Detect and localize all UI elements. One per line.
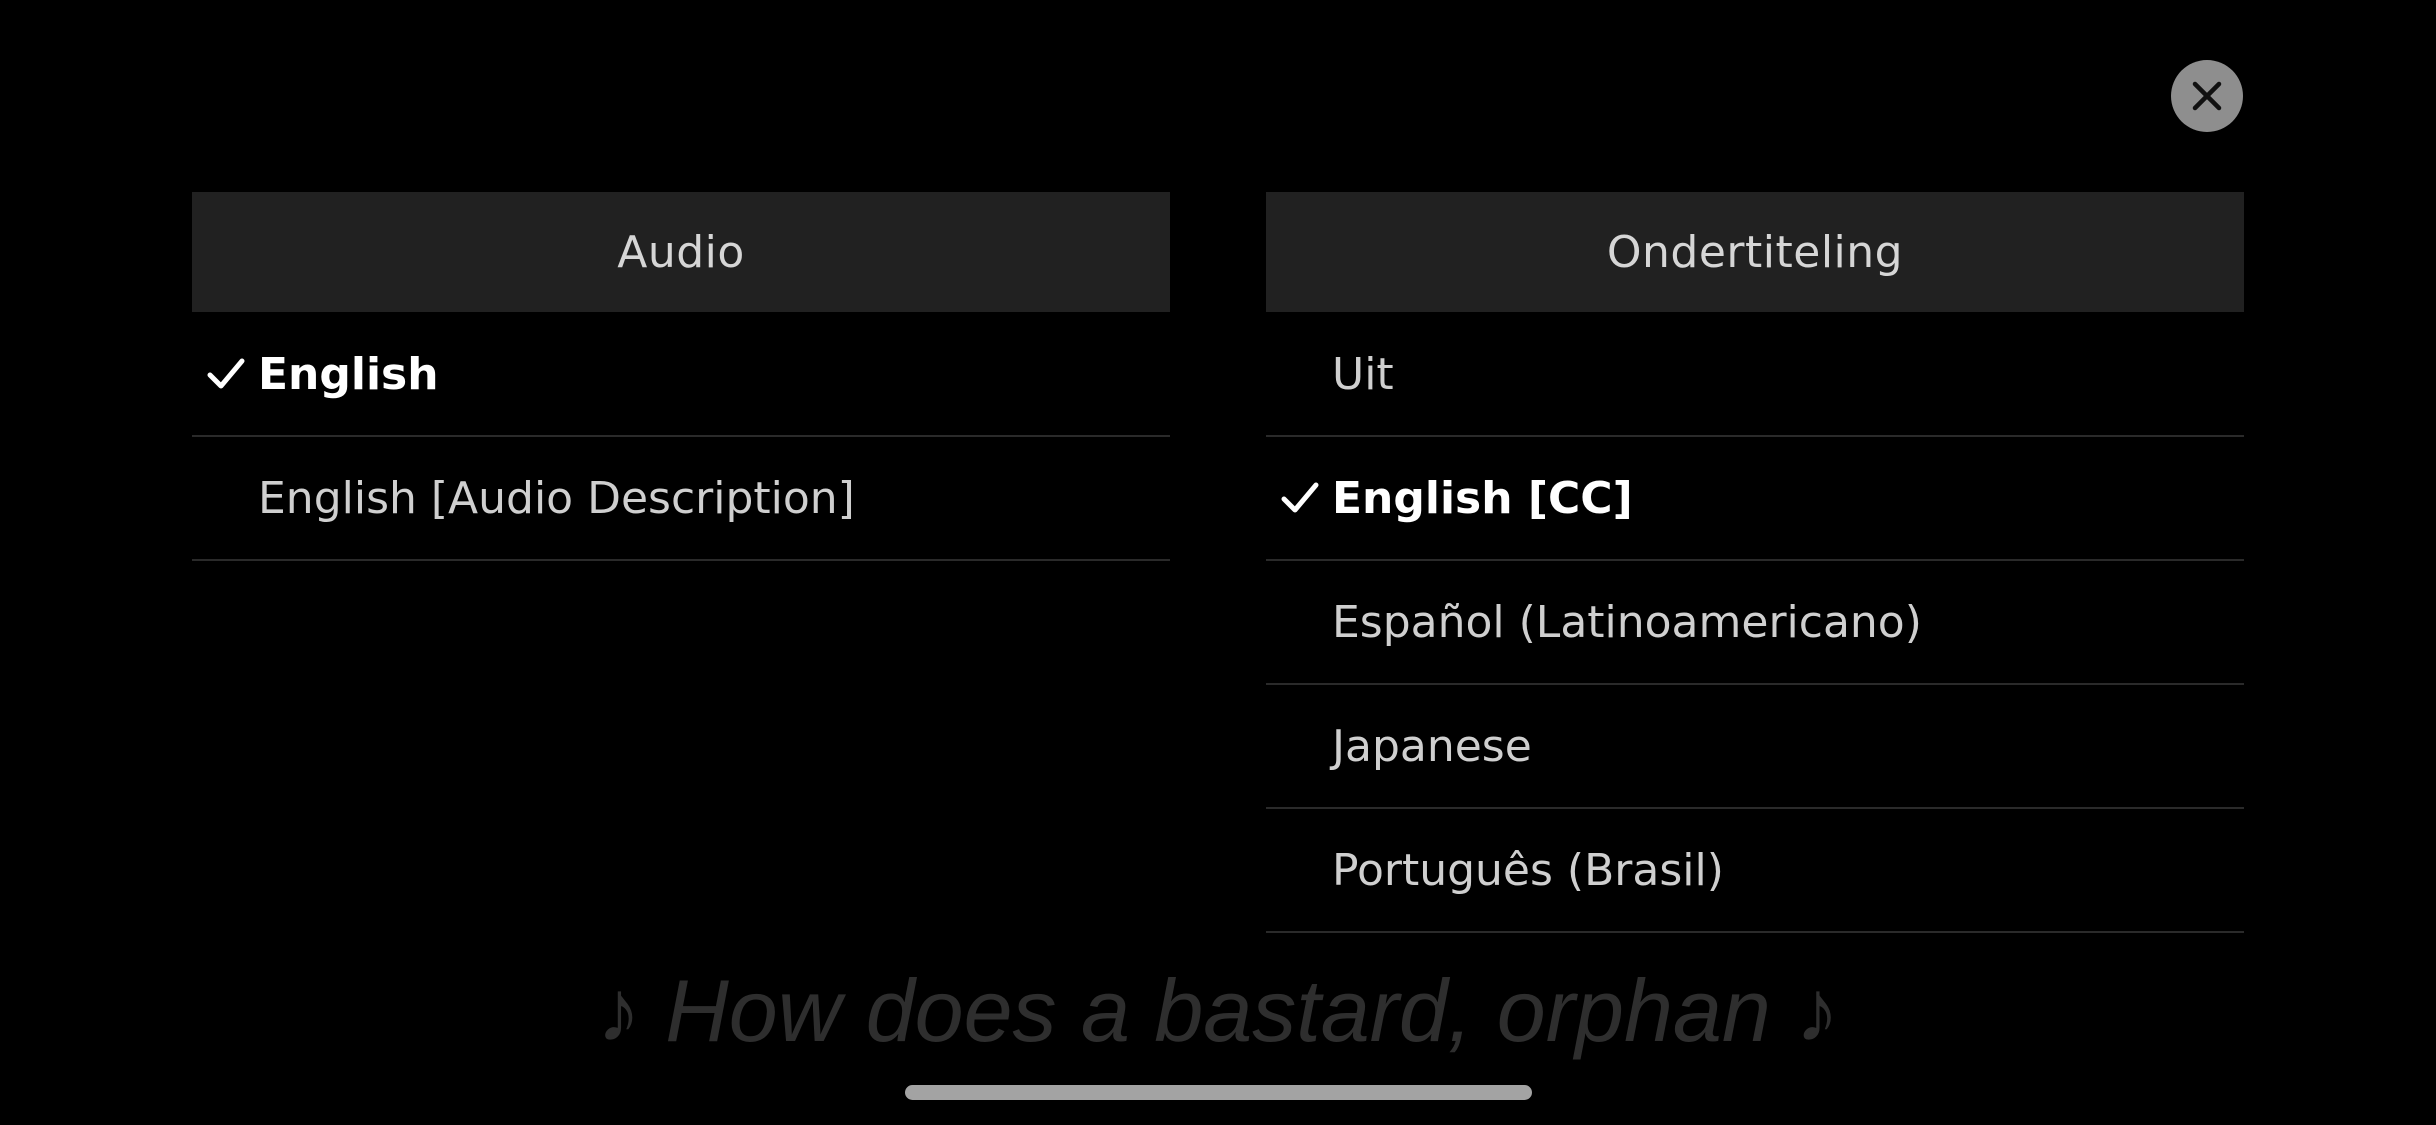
home-indicator[interactable] xyxy=(905,1085,1532,1100)
subtitle-option-japanese[interactable]: Japanese xyxy=(1266,685,2244,809)
subtitle-option-label: Uit xyxy=(1332,348,1394,400)
subtitle-option-label: English [CC] xyxy=(1332,472,1633,524)
subtitle-option-label: Español (Latinoamericano) xyxy=(1332,596,1922,648)
close-icon xyxy=(2192,81,2222,111)
subtitle-option-label: Português (Brasil) xyxy=(1332,844,1724,896)
checkmark-icon xyxy=(1281,482,1319,513)
subtitle-option-label: Japanese xyxy=(1332,720,1532,772)
audio-options: English English [Audio Description] xyxy=(192,313,1170,561)
audio-option-label: English xyxy=(258,348,439,400)
subtitles-header: Ondertiteling xyxy=(1266,192,2244,312)
subtitle-options: Uit English [CC] Español (Latinoamerican… xyxy=(1266,313,2244,933)
close-button[interactable] xyxy=(2171,60,2243,132)
audio-option-label: English [Audio Description] xyxy=(258,472,855,524)
audio-panel: Audio English English [Audio Description… xyxy=(192,192,1170,561)
subtitle-option-spanish-latam[interactable]: Español (Latinoamericano) xyxy=(1266,561,2244,685)
subtitle-option-off[interactable]: Uit xyxy=(1266,313,2244,437)
audio-option-english[interactable]: English xyxy=(192,313,1170,437)
checkmark-icon xyxy=(207,358,245,389)
subtitles-panel: Ondertiteling Uit English [CC] Español (… xyxy=(1266,192,2244,933)
audio-header: Audio xyxy=(192,192,1170,312)
audio-option-english-audio-description[interactable]: English [Audio Description] xyxy=(192,437,1170,561)
subtitle-caption: ♪ How does a bastard, orphan ♪ xyxy=(596,961,1840,1060)
subtitle-option-english-cc[interactable]: English [CC] xyxy=(1266,437,2244,561)
subtitle-option-portuguese-brasil[interactable]: Português (Brasil) xyxy=(1266,809,2244,933)
